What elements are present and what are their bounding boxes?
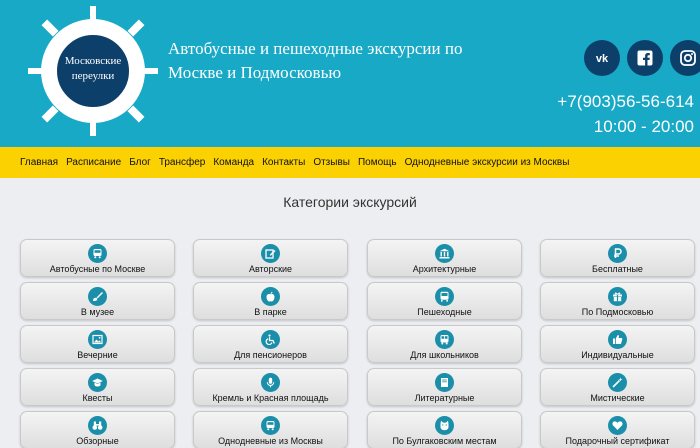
category-label: Бесплатные xyxy=(592,264,643,274)
school-bus-icon xyxy=(435,330,454,349)
phone-number[interactable]: +7(903)56-56-614 xyxy=(557,92,694,112)
category-label: Для школьников xyxy=(410,350,479,360)
nav-blog[interactable]: Блог xyxy=(129,157,151,168)
category-button[interactable]: Архитектурные xyxy=(367,239,522,277)
logo-text-line1: Московские xyxy=(64,55,122,67)
category-label: Автобусные по Москве xyxy=(49,264,146,274)
category-button[interactable]: Обзорные xyxy=(20,411,175,448)
picture-icon xyxy=(88,330,107,349)
gift-icon xyxy=(608,287,627,306)
category-button[interactable]: Индивидуальные xyxy=(540,325,695,363)
category-button[interactable]: По Булгаковским местам xyxy=(367,411,522,448)
site-tagline: Автобусные и пешеходные экскурсии по Мос… xyxy=(168,37,498,85)
thumbs-up-icon xyxy=(608,330,627,349)
category-label: В музее xyxy=(80,307,115,317)
category-label: Пешеходные xyxy=(417,307,472,317)
category-button[interactable]: Бесплатные xyxy=(540,239,695,277)
tagline-line1: Автобусные и пешеходные экскурсии по xyxy=(168,39,463,58)
nav-schedule[interactable]: Расписание xyxy=(66,157,121,168)
category-button[interactable]: Для пенсионеров xyxy=(193,325,348,363)
apple-icon xyxy=(261,287,280,306)
category-button[interactable]: Для школьников xyxy=(367,325,522,363)
category-label: Однодневные из Москвы xyxy=(218,436,323,446)
category-button[interactable]: Автобусные по Москве xyxy=(20,239,175,277)
category-label: Индивидуальные xyxy=(581,350,654,360)
main-nav: Главная Расписание Блог Трансфер Команда… xyxy=(0,147,700,178)
site-logo[interactable]: Московские переулки xyxy=(28,6,158,136)
category-label: Квесты xyxy=(82,393,113,403)
bus-icon xyxy=(88,244,107,263)
category-label: Архитектурные xyxy=(412,264,477,274)
category-label: По Подмосковью xyxy=(581,307,654,317)
category-button[interactable]: Вечерние xyxy=(20,325,175,363)
category-button[interactable]: Авторские xyxy=(193,239,348,277)
category-button[interactable]: Кремль и Красная площадь xyxy=(193,368,348,406)
category-label: Вечерние xyxy=(77,350,118,360)
nav-reviews[interactable]: Отзывы xyxy=(313,157,350,168)
logo-text-line2: переулки xyxy=(71,70,115,82)
graduation-cap-icon xyxy=(88,373,107,392)
nav-day-tours[interactable]: Однодневные экскурсии из Москвы xyxy=(405,157,570,168)
tagline-line2: Москве и Подмосковью xyxy=(168,63,342,82)
nav-transfer[interactable]: Трансфер xyxy=(159,157,206,168)
nav-help[interactable]: Помощь xyxy=(358,157,397,168)
category-button[interactable]: Однодневные из Москвы xyxy=(193,411,348,448)
category-button[interactable]: Подарочный сертификат xyxy=(540,411,695,448)
social-links: vk xyxy=(584,40,700,76)
category-label: Мистические xyxy=(590,393,645,403)
nav-team[interactable]: Команда xyxy=(213,157,254,168)
book-icon xyxy=(435,373,454,392)
facebook-icon[interactable] xyxy=(627,40,663,76)
category-label: Подарочный сертификат xyxy=(565,436,670,446)
ruble-icon xyxy=(608,244,627,263)
building-icon xyxy=(435,244,454,263)
cat-icon xyxy=(435,416,454,435)
category-button[interactable]: В парке xyxy=(193,282,348,320)
section-title: Категории экскурсий xyxy=(283,194,417,210)
bus-front-icon xyxy=(435,287,454,306)
category-button[interactable]: Квесты xyxy=(20,368,175,406)
nav-contacts[interactable]: Контакты xyxy=(262,157,305,168)
category-button[interactable]: Мистические xyxy=(540,368,695,406)
wheelchair-icon xyxy=(261,330,280,349)
instagram-icon[interactable] xyxy=(670,40,700,76)
magic-wand-icon xyxy=(608,373,627,392)
category-label: Обзорные xyxy=(76,436,119,446)
category-button[interactable]: Литературные xyxy=(367,368,522,406)
category-label: Для пенсионеров xyxy=(234,350,307,360)
vk-icon[interactable]: vk xyxy=(584,40,620,76)
edit-icon xyxy=(261,244,280,263)
nav-home[interactable]: Главная xyxy=(20,157,58,168)
category-button[interactable]: В музее xyxy=(20,282,175,320)
binoculars-icon xyxy=(88,416,107,435)
category-label: В парке xyxy=(254,307,287,317)
heart-icon xyxy=(608,416,627,435)
microphone-icon xyxy=(261,373,280,392)
svg-text:vk: vk xyxy=(596,53,609,64)
category-label: Литературные xyxy=(414,393,475,403)
category-label: По Булгаковским местам xyxy=(392,436,497,446)
category-button[interactable]: Пешеходные xyxy=(367,282,522,320)
site-header: Московские переулки Автобусные и пешеход… xyxy=(0,0,700,147)
working-hours: 10:00 - 20:00 xyxy=(593,117,694,136)
category-label: Кремль и Красная площадь xyxy=(212,393,329,403)
category-label: Авторские xyxy=(248,264,293,274)
bus-side-icon xyxy=(261,416,280,435)
category-button[interactable]: По Подмосковью xyxy=(540,282,695,320)
brush-icon xyxy=(88,287,107,306)
